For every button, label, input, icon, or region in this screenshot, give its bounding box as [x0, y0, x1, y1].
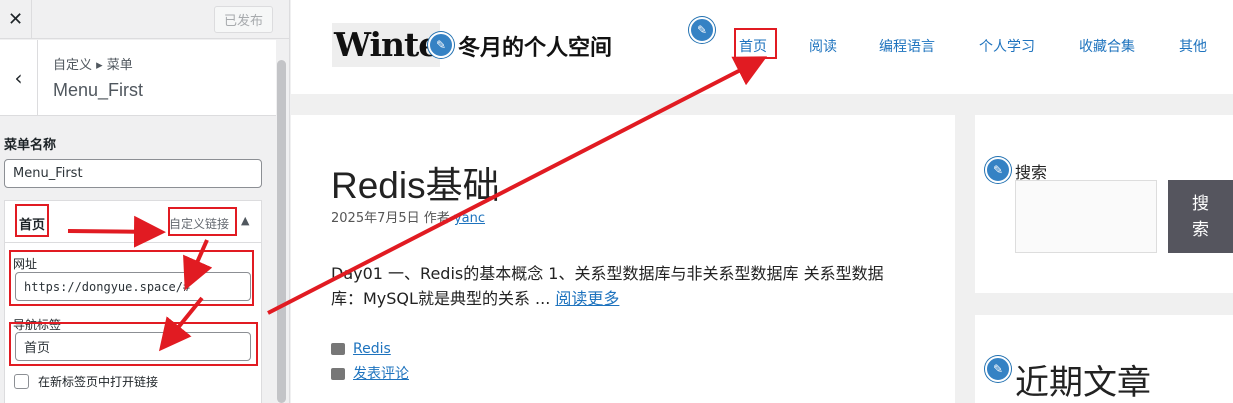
breadcrumb: 自定义 ▸ 菜单 [53, 58, 133, 73]
nav-item-reading[interactable]: 阅读 [809, 36, 837, 56]
open-new-tab-checkbox[interactable] [14, 374, 29, 389]
highlight-box [168, 207, 237, 236]
search-widget: ✎ 搜索 搜 索 [975, 115, 1233, 293]
close-icon[interactable]: ✕ [0, 0, 32, 39]
highlight-box [9, 250, 254, 306]
search-input[interactable] [1015, 180, 1157, 253]
nav-item-learning[interactable]: 个人学习 [979, 36, 1035, 56]
nav-item-programming[interactable]: 编程语言 [879, 36, 935, 56]
author-link[interactable]: yanc [454, 211, 485, 226]
comment-row: 发表评论 [331, 363, 409, 383]
post-card: Redis基础 2025年7月5日 作者 yanc Day01 一、Redis的… [291, 115, 955, 403]
site-preview: Winte ✎ 冬月的个人空间 ✎ 首页 阅读 编程语言 个人学习 收藏合集 其… [291, 0, 1233, 403]
comment-link[interactable]: 发表评论 [353, 366, 409, 382]
menu-name-input[interactable]: Menu_First [4, 159, 262, 188]
post-excerpt: Day01 一、Redis的基本概念 1、关系型数据库与非关系型数据库 关系型数… [331, 261, 911, 311]
nav-item-collections[interactable]: 收藏合集 [1079, 36, 1135, 56]
panel-scrollbar[interactable] [277, 60, 286, 403]
pencil-icon[interactable]: ✎ [428, 32, 454, 58]
category-row: Redis [331, 341, 391, 357]
post-meta: 2025年7月5日 作者 yanc [331, 207, 485, 226]
post-title[interactable]: Redis基础 [331, 155, 500, 209]
search-button[interactable]: 搜 索 [1168, 180, 1233, 253]
site-logo[interactable]: Winte [332, 23, 440, 67]
collapse-arrow-icon[interactable]: ▲ [241, 214, 249, 227]
section-header: ‹ 自定义 ▸ 菜单 Menu_First [0, 40, 276, 116]
highlight-box [734, 28, 777, 59]
folder-icon [331, 343, 345, 355]
menu-name-label: 菜单名称 [4, 138, 57, 153]
author-prefix: 作者 [423, 211, 450, 226]
highlight-box [9, 322, 258, 366]
comment-icon [331, 368, 345, 380]
customizer-topbar: ✕ 已发布 [0, 0, 289, 39]
pencil-icon[interactable]: ✎ [689, 17, 715, 43]
category-link[interactable]: Redis [353, 341, 391, 357]
pencil-icon[interactable]: ✎ [985, 157, 1011, 183]
recent-posts-widget: ✎ 近期文章 [975, 315, 1233, 403]
recent-posts-title: 近期文章 [1015, 363, 1151, 403]
back-arrow-icon[interactable]: ‹ [0, 40, 38, 116]
post-date[interactable]: 2025年7月5日 [331, 211, 420, 226]
pencil-icon[interactable]: ✎ [985, 356, 1011, 382]
read-more-link[interactable]: 阅读更多 [555, 289, 619, 308]
nav-item-other[interactable]: 其他 [1179, 36, 1207, 56]
open-new-tab-label: 在新标签页中打开链接 [38, 375, 159, 389]
publish-button[interactable]: 已发布 [214, 6, 273, 33]
highlight-box [15, 204, 49, 237]
panel-title: Menu_First [53, 80, 144, 100]
site-title[interactable]: 冬月的个人空间 [458, 30, 612, 62]
